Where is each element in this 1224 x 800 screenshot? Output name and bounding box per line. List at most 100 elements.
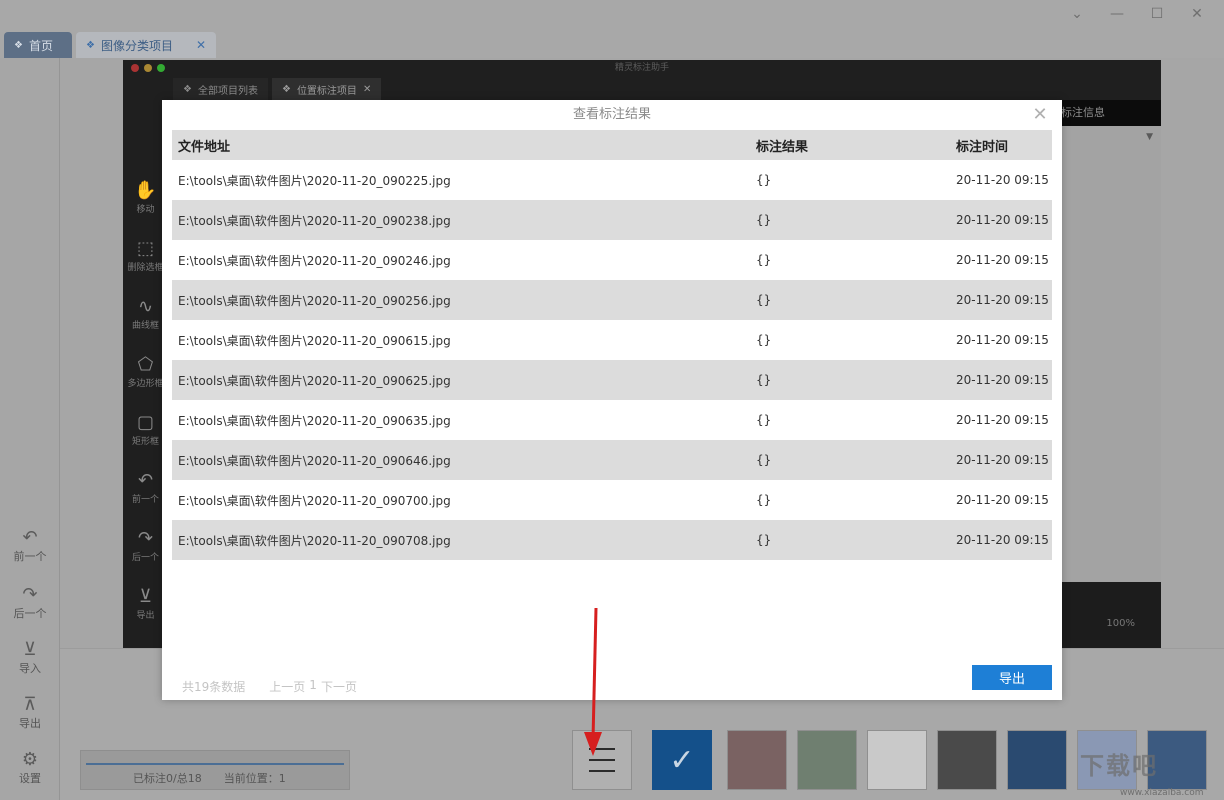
tab-close-icon[interactable]: ✕ xyxy=(363,84,371,95)
caret-down-icon[interactable]: ▼ xyxy=(1146,132,1153,142)
cell-time: 20-11-20 09:15 xyxy=(950,240,1052,280)
cell-path: E:\tools\桌面\软件图片\2020-11-20_090615.jpg xyxy=(172,320,750,360)
cell-time: 20-11-20 09:15 xyxy=(950,160,1052,200)
chevron-down-icon[interactable]: ⌄ xyxy=(1068,6,1086,22)
outer-sidebar: ↶ 前一个 ↷ 后一个 ⊻ 导入 ⊼ 导出 ⚙ 设置 xyxy=(0,58,60,800)
close-icon[interactable]: ✕ xyxy=(1030,105,1050,125)
sidebar-next-button[interactable]: ↷ 后一个 xyxy=(0,585,60,621)
sidebar-export-button[interactable]: ⊼ 导出 xyxy=(0,695,60,731)
cell-path: E:\tools\桌面\软件图片\2020-11-20_090246.jpg xyxy=(172,240,750,280)
cell-result: {} xyxy=(750,160,950,200)
confirm-check-button[interactable]: ✓ xyxy=(652,730,712,790)
table-row[interactable]: E:\tools\桌面\软件图片\2020-11-20_090700.jpg{}… xyxy=(172,480,1052,520)
table-row[interactable]: E:\tools\桌面\软件图片\2020-11-20_090225.jpg{}… xyxy=(172,160,1052,200)
inner-tab-bar: ❖ 全部项目列表 ❖ 位置标注项目 ✕ xyxy=(173,78,382,100)
image-thumbnail[interactable] xyxy=(937,730,997,790)
table-row[interactable]: E:\tools\桌面\软件图片\2020-11-20_090615.jpg{}… xyxy=(172,320,1052,360)
tab-label: 首页 xyxy=(28,38,53,53)
cell-result: {} xyxy=(750,320,950,360)
red-arrow-annotation xyxy=(584,607,602,756)
cell-result: {} xyxy=(750,400,950,440)
tool-label: 曲线框 xyxy=(131,321,159,331)
sidebar-import-button[interactable]: ⊻ 导入 xyxy=(0,640,60,676)
labeled-count: 已标注0/总18 xyxy=(133,772,202,785)
cell-path: E:\tools\桌面\软件图片\2020-11-20_090635.jpg xyxy=(172,400,750,440)
cell-time: 20-11-20 09:15 xyxy=(950,280,1052,320)
tab-image-classification[interactable]: ❖ 图像分类项目 ✕ xyxy=(76,32,216,58)
tool-label: 后一个 xyxy=(131,553,159,563)
cell-result: {} xyxy=(750,200,950,240)
inner-tab-position-project[interactable]: ❖ 位置标注项目 ✕ xyxy=(271,78,382,100)
zoom-level: 100% xyxy=(1106,618,1135,629)
column-header-time: 标注时间 xyxy=(950,130,1052,160)
close-icon[interactable]: ✕ xyxy=(1188,6,1206,22)
cell-path: E:\tools\桌面\软件图片\2020-11-20_090646.jpg xyxy=(172,440,750,480)
view-annotation-results-dialog: 查看标注结果 ✕ 文件地址 标注结果 标注时间 E:\tools\桌面\软件图片… xyxy=(162,100,1062,700)
next-page-link[interactable]: 下一页 xyxy=(321,678,357,695)
import-icon: ⊻ xyxy=(23,639,37,660)
cell-path: E:\tools\桌面\软件图片\2020-11-20_090256.jpg xyxy=(172,280,750,320)
arrow-shaft xyxy=(591,607,598,741)
diamond-icon: ❖ xyxy=(183,83,192,95)
cell-path: E:\tools\桌面\软件图片\2020-11-20_090700.jpg xyxy=(172,480,750,520)
cell-result: {} xyxy=(750,520,950,560)
sidebar-item-label: 设置 xyxy=(19,772,41,785)
table-row[interactable]: E:\tools\桌面\软件图片\2020-11-20_090708.jpg{}… xyxy=(172,520,1052,560)
window-controls: ⌄ — ☐ ✕ xyxy=(1068,6,1206,22)
image-thumbnail[interactable] xyxy=(1007,730,1067,790)
tab-home[interactable]: ❖ 首页 xyxy=(4,32,72,58)
progress-bar xyxy=(86,763,344,765)
table-row[interactable]: E:\tools\桌面\软件图片\2020-11-20_090256.jpg{}… xyxy=(172,280,1052,320)
image-thumbnail[interactable] xyxy=(797,730,857,790)
tab-bar: ❖ 首页 ❖ 图像分类项目 ✕ xyxy=(0,30,1224,58)
gear-icon: ⚙ xyxy=(21,749,39,770)
annotation-info-panel: ▼ xyxy=(1061,126,1161,582)
tool-label: 矩形框 xyxy=(131,437,159,447)
pagination: 共19条数据 上一页 1 下一页 xyxy=(182,678,357,695)
minimize-icon[interactable]: — xyxy=(1108,6,1126,22)
tab-label: 位置标注项目 xyxy=(296,85,357,97)
window-title-bar: ⌄ — ☐ ✕ xyxy=(0,0,1224,30)
cell-time: 20-11-20 09:15 xyxy=(950,320,1052,360)
arrow-head xyxy=(584,732,602,756)
sidebar-item-label: 导出 xyxy=(19,717,41,730)
export-icon: ⊼ xyxy=(23,694,37,715)
watermark-url: www.xiazaiba.com xyxy=(1120,788,1204,798)
sidebar-prev-button[interactable]: ↶ 前一个 xyxy=(0,528,60,564)
maximize-icon[interactable]: ☐ xyxy=(1148,6,1166,22)
inner-window-title: 精灵标注助手 xyxy=(614,63,669,73)
sidebar-settings-button[interactable]: ⚙ 设置 xyxy=(0,750,60,786)
sidebar-item-label: 导入 xyxy=(19,662,41,675)
cell-result: {} xyxy=(750,280,950,320)
table-row[interactable]: E:\tools\桌面\软件图片\2020-11-20_090625.jpg{}… xyxy=(172,360,1052,400)
cell-time: 20-11-20 09:15 xyxy=(950,480,1052,520)
export-button[interactable]: 导出 xyxy=(972,665,1052,690)
progress-status: 已标注0/总18 当前位置：1 xyxy=(80,750,350,790)
image-thumbnail[interactable] xyxy=(867,730,927,790)
checkmark-icon: ✓ xyxy=(669,742,695,778)
table-row[interactable]: E:\tools\桌面\软件图片\2020-11-20_090646.jpg{}… xyxy=(172,440,1052,480)
tool-label: 移动 xyxy=(136,205,155,215)
cell-result: {} xyxy=(750,360,950,400)
diamond-icon: ❖ xyxy=(281,83,291,95)
table-row[interactable]: E:\tools\桌面\软件图片\2020-11-20_090246.jpg{}… xyxy=(172,240,1052,280)
cell-path: E:\tools\桌面\软件图片\2020-11-20_090708.jpg xyxy=(172,520,750,560)
tab-close-icon[interactable]: ✕ xyxy=(196,38,206,52)
column-header-path: 文件地址 xyxy=(172,130,750,160)
dialog-title: 查看标注结果 xyxy=(572,107,651,122)
tool-label: 前一个 xyxy=(131,495,159,505)
cell-path: E:\tools\桌面\软件图片\2020-11-20_090225.jpg xyxy=(172,160,750,200)
prev-page-link[interactable]: 上一页 xyxy=(269,678,305,695)
table-row[interactable]: E:\tools\桌面\软件图片\2020-11-20_090635.jpg{}… xyxy=(172,400,1052,440)
current-position: 当前位置：1 xyxy=(223,772,286,785)
table-row[interactable]: E:\tools\桌面\软件图片\2020-11-20_090238.jpg{}… xyxy=(172,200,1052,240)
current-page: 1 xyxy=(309,678,317,692)
cell-time: 20-11-20 09:15 xyxy=(950,520,1052,560)
image-thumbnail[interactable] xyxy=(727,730,787,790)
table-header-row: 文件地址 标注结果 标注时间 xyxy=(172,130,1052,160)
inner-zoom-bar: 100% xyxy=(1061,582,1161,648)
cell-path: E:\tools\桌面\软件图片\2020-11-20_090625.jpg xyxy=(172,360,750,400)
inner-tab-all-projects[interactable]: ❖ 全部项目列表 xyxy=(173,78,268,100)
tab-label: 全部项目列表 xyxy=(197,85,258,97)
cell-time: 20-11-20 09:15 xyxy=(950,440,1052,480)
